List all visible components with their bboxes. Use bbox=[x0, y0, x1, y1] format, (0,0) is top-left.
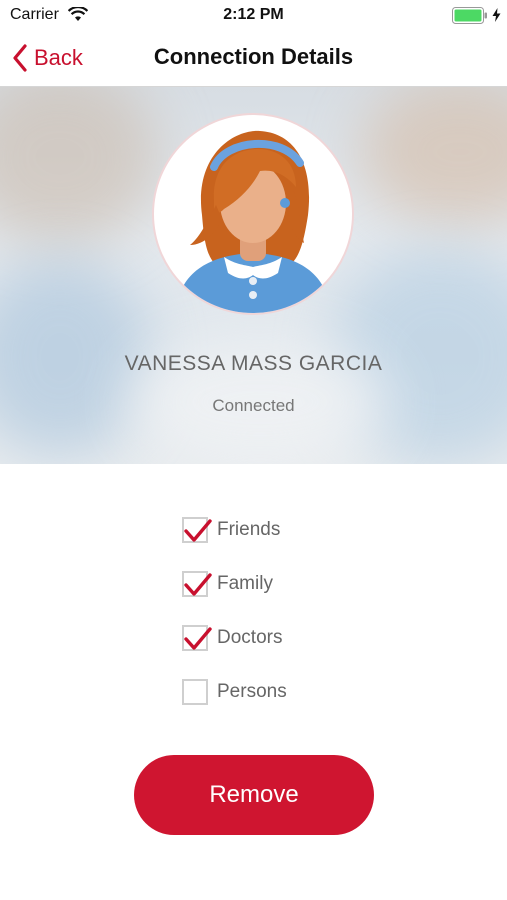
clock-time: 2:12 PM bbox=[223, 6, 284, 23]
checkbox-family[interactable] bbox=[182, 571, 212, 597]
battery-charging-icon bbox=[452, 7, 487, 24]
group-label: Persons bbox=[217, 681, 287, 702]
status-bar: Carrier 2:12 PM bbox=[0, 0, 507, 30]
user-name: VANESSA MASS GARCIA bbox=[124, 352, 383, 375]
group-option-family[interactable]: Family bbox=[182, 557, 287, 611]
back-chevron-icon bbox=[13, 44, 27, 72]
navigation-bar: Back Connection Details bbox=[0, 30, 507, 87]
back-label: Back bbox=[34, 45, 83, 70]
checkbox-doctors[interactable] bbox=[182, 625, 212, 651]
checkmark-icon bbox=[184, 519, 212, 542]
group-label: Family bbox=[217, 573, 273, 594]
checkmark-icon bbox=[184, 573, 212, 596]
checkbox-persons[interactable] bbox=[182, 679, 208, 705]
female-avatar-icon bbox=[176, 130, 330, 313]
avatar bbox=[154, 115, 352, 313]
profile-header: VANESSA MASS GARCIA Connected bbox=[0, 87, 507, 464]
group-option-doctors[interactable]: Doctors bbox=[182, 611, 287, 665]
group-checklist: Friends Family Doctors Persons bbox=[182, 503, 287, 719]
back-button[interactable]: Back bbox=[12, 42, 83, 74]
group-option-friends[interactable]: Friends bbox=[182, 503, 287, 557]
group-label: Doctors bbox=[217, 627, 283, 648]
group-option-persons[interactable]: Persons bbox=[182, 665, 287, 719]
checkbox-friends[interactable] bbox=[182, 517, 212, 543]
connection-status: Connected bbox=[212, 396, 295, 415]
checkmark-icon bbox=[184, 627, 212, 650]
remove-button[interactable]: Remove bbox=[134, 755, 374, 835]
group-label: Friends bbox=[217, 519, 281, 540]
charging-bolt-icon bbox=[492, 8, 501, 22]
